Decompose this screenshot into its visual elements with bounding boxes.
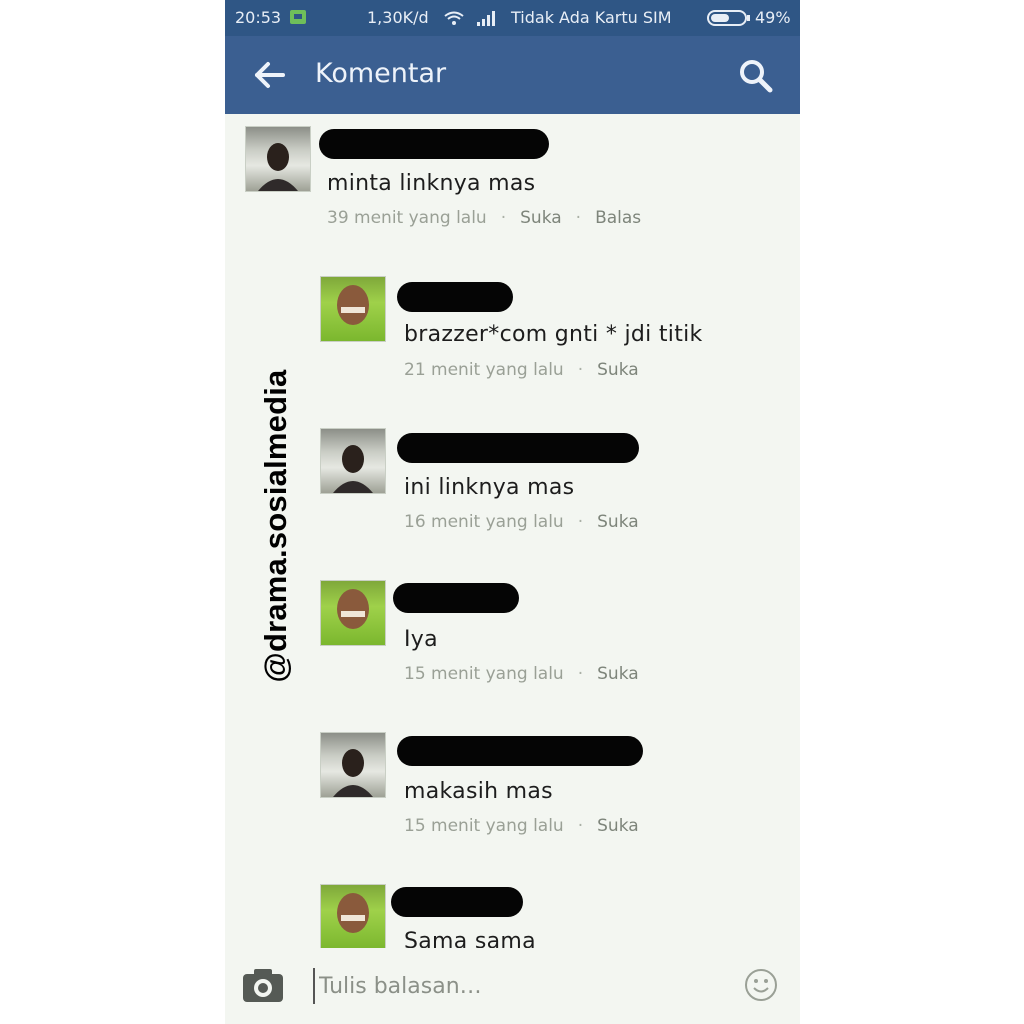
camera-icon [243,969,283,1002]
comment-text: ini linknya mas [404,475,575,500]
like-button[interactable]: Suka [520,208,562,228]
comment-text: brazzer*com gnti * jdi titik [404,322,703,347]
comment-meta: 39 menit yang lalu · Suka · Balas [327,208,642,228]
avatar[interactable] [320,428,386,494]
comment-meta: 15 menit yang lalu · Suka [404,664,639,684]
status-speed: 1,30K/d [367,8,429,27]
avatar-photo [333,445,373,493]
avatar[interactable] [245,126,311,192]
emoji-icon [745,969,777,1001]
redacted-name [397,433,639,463]
reply-button[interactable]: Balas [595,208,641,228]
status-battery: 49% [755,8,791,27]
page-title: Komentar [315,58,447,89]
like-button[interactable]: Suka [597,512,639,532]
like-button[interactable]: Suka [597,816,639,836]
emoji-button[interactable] [744,968,778,1002]
redacted-name [319,129,549,159]
comment-time: 15 menit yang lalu [404,816,564,836]
back-arrow-icon [255,62,285,88]
avatar[interactable] [320,580,386,646]
redacted-name [397,282,513,312]
avatar-photo [337,893,369,933]
redacted-name [391,887,523,917]
search-button[interactable] [738,58,774,94]
status-carrier: Tidak Ada Kartu SIM [511,8,672,27]
avatar-photo [258,143,298,191]
camera-button[interactable] [241,966,285,1004]
redacted-name [393,583,519,613]
like-button[interactable]: Suka [597,360,639,380]
comment-meta: 21 menit yang lalu · Suka [404,360,639,380]
avatar-photo [337,589,369,629]
watermark: @drama.sosialmedia [258,369,293,683]
avatar[interactable] [320,884,386,950]
comment-time: 15 menit yang lalu [404,664,564,684]
reply-composer [225,948,800,1024]
search-icon [740,60,773,93]
comment-text: Iya [404,627,438,652]
phone-screen: 20:53 1,30K/d Tidak Ada Kartu SIM 49% Ko… [225,0,800,1024]
app-bar: Komentar [225,36,800,114]
status-bar: 20:53 1,30K/d Tidak Ada Kartu SIM 49% [225,0,800,36]
wifi-icon [444,11,464,25]
like-button[interactable]: Suka [597,664,639,684]
avatar[interactable] [320,276,386,342]
avatar-photo [337,285,369,325]
comment-text: minta linknya mas [327,171,536,196]
comment-text: makasih mas [404,779,553,804]
signal-icon [477,11,495,26]
back-button[interactable] [253,60,287,90]
avatar-photo [333,749,373,797]
comment-time: 21 menit yang lalu [404,360,564,380]
comment-time: 39 menit yang lalu [327,208,487,228]
sms-icon [290,10,306,24]
reply-input[interactable] [313,968,699,1004]
comment-time: 16 menit yang lalu [404,512,564,532]
status-time: 20:53 [235,8,282,27]
comment-meta: 16 menit yang lalu · Suka [404,512,639,532]
battery-icon [707,10,750,26]
comment-meta: 15 menit yang lalu · Suka [404,816,639,836]
redacted-name [397,736,643,766]
avatar[interactable] [320,732,386,798]
